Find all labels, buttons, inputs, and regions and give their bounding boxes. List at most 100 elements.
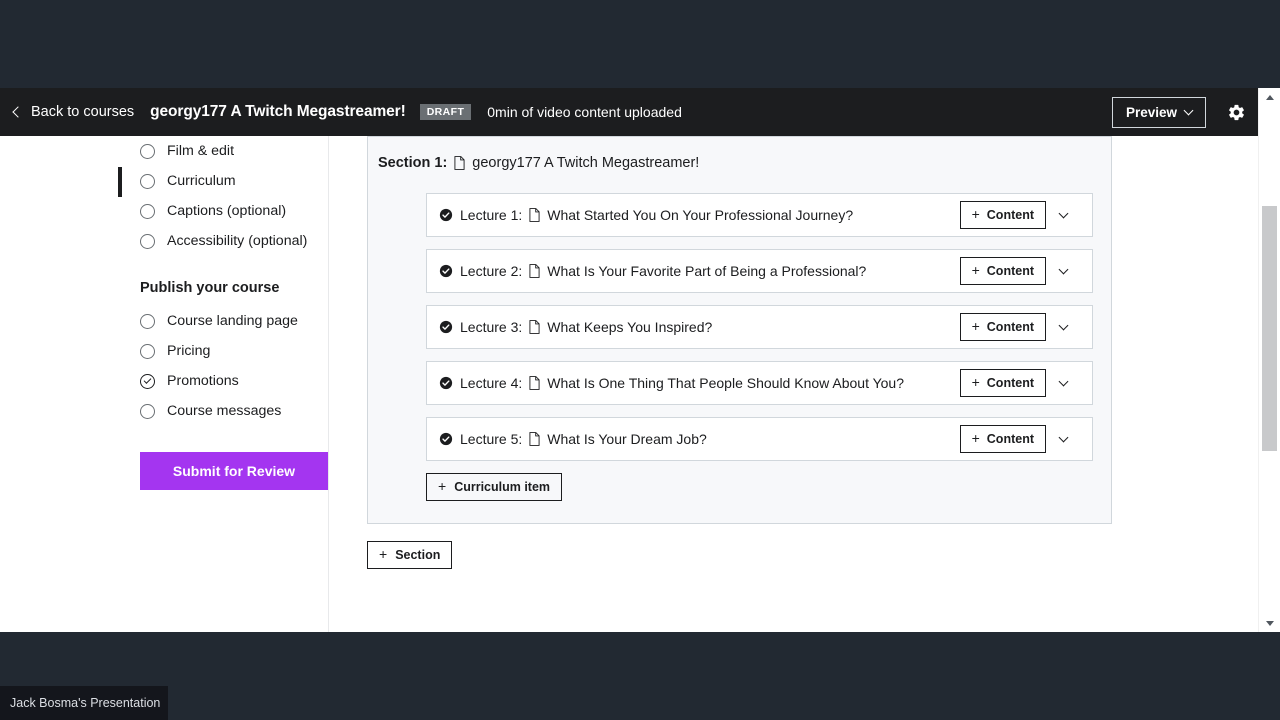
add-content-button[interactable]: + Content [959,425,1046,453]
chevron-left-icon [12,106,24,118]
main-content: Section 1: georgy177 A Twitch Megastream… [328,136,1258,632]
section-panel: Section 1: georgy177 A Twitch Megastream… [367,136,1112,524]
lecture-name: Lecture 3: What Keeps You Inspired? [439,319,712,335]
lecture-actions: + Content [959,201,1078,229]
lecture-name: Lecture 4: What Is One Thing That People… [439,375,904,391]
add-curriculum-item-wrap: + Curriculum item [378,473,1093,501]
chevron-down-icon [1058,432,1068,442]
course-steps-sidebar: Film & edit Curriculum Captions (optiona… [0,136,328,632]
scroll-down-button[interactable] [1259,614,1280,632]
sidebar-item-label: Captions (optional) [167,203,287,219]
radio-icon [140,233,155,249]
check-circle-icon [439,208,453,222]
document-icon [529,208,540,222]
add-curriculum-item-button[interactable]: + Curriculum item [426,473,563,501]
radio-icon [140,343,155,359]
sidebar-item-course-landing-page[interactable]: Course landing page [118,306,328,336]
section-header[interactable]: Section 1: georgy177 A Twitch Megastream… [378,155,1093,171]
lecture-label: Lecture 2: [460,263,523,279]
lecture-name: Lecture 5: What Is Your Dream Job? [439,431,707,447]
preview-button[interactable]: Preview [1111,96,1206,128]
add-section-button[interactable]: + Section [367,541,453,569]
add-content-button[interactable]: + Content [959,369,1046,397]
document-icon [529,432,540,446]
page-body: Film & edit Curriculum Captions (optiona… [0,136,1258,632]
sidebar-item-label: Curriculum [167,173,236,189]
browser-viewport: Back to courses georgy177 A Twitch Megas… [0,88,1280,632]
add-content-label: Content [986,208,1034,222]
check-circle-icon [439,432,453,446]
lecture-name: Lecture 1: What Started You On Your Prof… [439,207,853,223]
lecture-label: Lecture 4: [460,375,523,391]
header-actions: Preview [1111,96,1258,128]
page-scrollbar[interactable] [1258,88,1280,632]
sidebar-item-label: Accessibility (optional) [167,233,308,249]
submit-for-review-button[interactable]: Submit for Review [140,452,328,490]
video-upload-status: 0min of video content uploaded [487,104,682,120]
lecture-row[interactable]: Lecture 4: What Is One Thing That People… [426,361,1093,405]
sidebar-item-promotions[interactable]: Promotions [118,366,328,396]
lecture-row[interactable]: Lecture 2: What Is Your Favorite Part of… [426,249,1093,293]
chevron-down-icon [1058,376,1068,386]
add-content-label: Content [986,264,1034,278]
lecture-row[interactable]: Lecture 1: What Started You On Your Prof… [426,193,1093,237]
sidebar-item-accessibility[interactable]: Accessibility (optional) [118,226,328,256]
check-circle-icon [439,264,453,278]
publish-course-nav: Course landing page Pricing Promotions C… [118,306,328,426]
sidebar-item-label: Course landing page [167,313,298,329]
plus-icon: + [971,430,980,446]
check-circle-icon [439,320,453,334]
radio-icon [140,203,155,219]
lecture-row[interactable]: Lecture 5: What Is Your Dream Job? + Con… [426,417,1093,461]
add-content-label: Content [986,376,1034,390]
lecture-label: Lecture 5: [460,431,523,447]
sidebar-item-label: Film & edit [167,143,235,159]
lecture-actions: + Content [959,425,1078,453]
lecture-label: Lecture 1: [460,207,523,223]
app-header: Back to courses georgy177 A Twitch Megas… [0,88,1258,136]
radio-icon [140,403,155,419]
plus-icon: + [971,374,980,390]
lecture-name: Lecture 2: What Is Your Favorite Part of… [439,263,866,279]
plus-icon: + [438,478,447,494]
sidebar-item-pricing[interactable]: Pricing [118,336,328,366]
add-content-label: Content [986,320,1034,334]
section-label: Section 1: [378,155,448,171]
sidebar-item-film-edit[interactable]: Film & edit [118,136,328,166]
sidebar-item-captions[interactable]: Captions (optional) [118,196,328,226]
radio-icon [140,143,155,159]
chevron-down-icon [1183,105,1194,115]
lecture-actions: + Content [959,257,1078,285]
expand-lecture-button[interactable] [1048,313,1078,341]
publish-section-heading: Publish your course [140,280,280,296]
lecture-actions: + Content [959,369,1078,397]
expand-lecture-button[interactable] [1048,369,1078,397]
expand-lecture-button[interactable] [1048,425,1078,453]
document-icon [529,320,540,334]
back-to-courses-label: Back to courses [31,104,135,120]
add-content-button[interactable]: + Content [959,257,1046,285]
back-to-courses-link[interactable]: Back to courses [12,104,135,120]
scroll-up-arrow-icon [1266,94,1274,100]
scrollbar-thumb[interactable] [1262,206,1277,451]
desktop-background: Back to courses georgy177 A Twitch Megas… [0,0,1280,720]
curriculum-card: Section 1: georgy177 A Twitch Megastream… [328,136,1148,632]
sidebar-item-course-messages[interactable]: Course messages [118,396,328,426]
sidebar-item-curriculum[interactable]: Curriculum [118,166,328,197]
add-section-label: Section [395,548,441,562]
scroll-up-button[interactable] [1259,88,1280,106]
add-content-label: Content [986,432,1034,446]
create-content-nav: Film & edit Curriculum Captions (optiona… [118,136,328,256]
lecture-title: What Is Your Dream Job? [547,431,707,447]
lecture-label: Lecture 3: [460,319,523,335]
taskbar-window-item[interactable]: Jack Bosma's Presentation [0,686,168,720]
taskbar-window-label: Jack Bosma's Presentation [10,696,161,710]
lecture-title: What Is One Thing That People Should Kno… [547,375,905,391]
settings-gear-button[interactable] [1224,100,1248,124]
expand-lecture-button[interactable] [1048,257,1078,285]
lecture-row[interactable]: Lecture 3: What Keeps You Inspired? + Co… [426,305,1093,349]
add-content-button[interactable]: + Content [959,313,1046,341]
add-content-button[interactable]: + Content [959,201,1046,229]
expand-lecture-button[interactable] [1048,201,1078,229]
gear-icon [1228,104,1244,120]
